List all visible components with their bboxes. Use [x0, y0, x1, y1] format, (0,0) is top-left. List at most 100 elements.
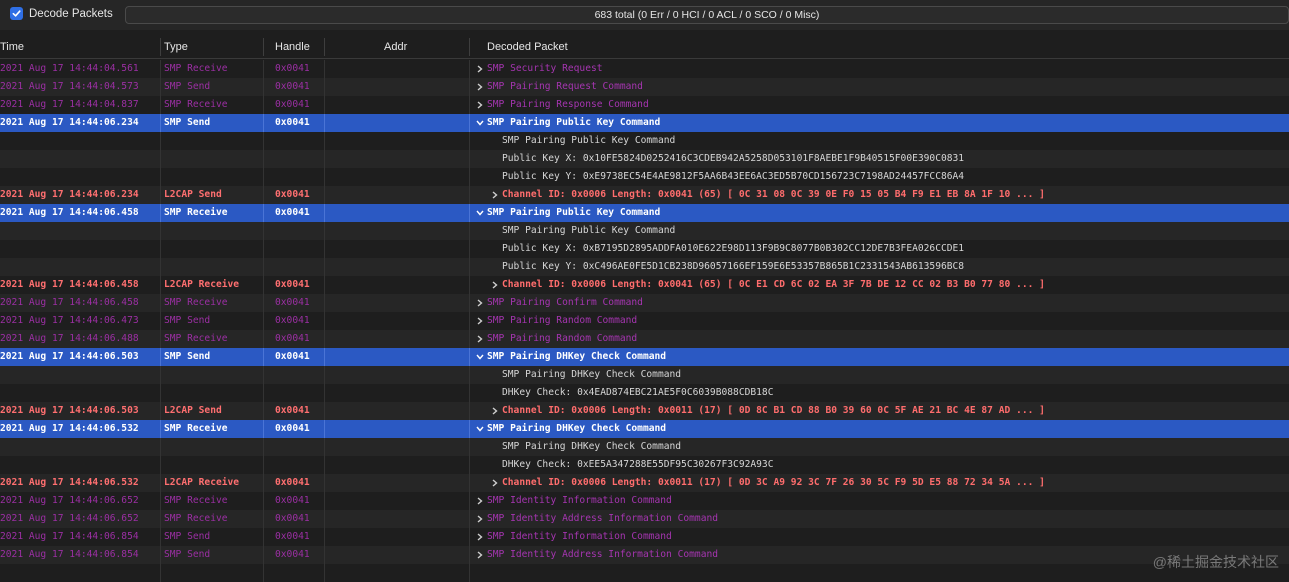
column-divider	[160, 96, 161, 114]
packet-detail-row[interactable]: SMP Pairing DHKey Check Command	[0, 438, 1289, 456]
table-row[interactable]: 2021 Aug 17 14:44:04.837 SMP Receive 0x004…	[0, 96, 1289, 114]
column-divider[interactable]	[160, 38, 161, 56]
table-row[interactable]: 2021 Aug 17 14:44:06.854 SMP Send 0x0041 SM…	[0, 546, 1289, 564]
disclosure-expanded-icon[interactable]	[475, 348, 485, 366]
column-divider[interactable]	[263, 38, 264, 56]
column-divider	[469, 546, 470, 564]
decoded-packet-cell: SMP Pairing Public Key Command	[487, 207, 661, 218]
packet-table: 2021 Aug 17 14:44:04.561 SMP Receive 0x004…	[0, 60, 1289, 582]
table-row[interactable]: 2021 Aug 17 14:44:06.458 SMP Receive 0x004…	[0, 294, 1289, 312]
column-time[interactable]: Time	[0, 36, 24, 58]
packet-detail-row[interactable]: Public Key X: 0x10FE5824D0252416C3CDEB94…	[0, 150, 1289, 168]
column-divider	[469, 132, 470, 150]
column-divider	[160, 168, 161, 186]
type-cell: SMP Receive	[164, 297, 228, 308]
column-divider	[324, 384, 325, 402]
type-cell: SMP Receive	[164, 99, 228, 110]
table-row[interactable]: 2021 Aug 17 14:44:06.234 L2CAP Send 0x0041…	[0, 186, 1289, 204]
disclosure-expanded-icon[interactable]	[475, 204, 485, 222]
disclosure-collapsed-icon[interactable]	[475, 546, 485, 564]
decoded-packet-cell: DHKey Check: 0x4EAD874EBC21AE5F0C6039B08…	[502, 387, 774, 398]
time-cell: 2021 Aug 17 14:44:06.488	[0, 333, 139, 344]
disclosure-collapsed-icon[interactable]	[475, 492, 485, 510]
column-divider	[263, 510, 264, 528]
type-cell: SMP Send	[164, 531, 211, 542]
column-divider	[263, 258, 264, 276]
packet-detail-row[interactable]: Public Key Y: 0xE9738EC54E4AE9812F5AA6B4…	[0, 168, 1289, 186]
table-row[interactable]: 2021 Aug 17 14:44:04.573 SMP Send 0x0041 SM…	[0, 78, 1289, 96]
table-row[interactable]: 2021 Aug 17 14:44:06.652 SMP Receive 0x004…	[0, 492, 1289, 510]
column-divider	[324, 240, 325, 258]
table-row[interactable]: 2021 Aug 17 14:44:06.532 SMP Receive 0x004…	[0, 420, 1289, 438]
decode-packets-checkbox[interactable]	[10, 7, 23, 20]
column-divider	[160, 150, 161, 168]
disclosure-collapsed-icon[interactable]	[490, 276, 500, 294]
time-cell: 2021 Aug 17 14:44:06.234	[0, 189, 139, 200]
disclosure-collapsed-icon[interactable]	[475, 294, 485, 312]
column-divider	[469, 222, 470, 240]
disclosure-collapsed-icon[interactable]	[475, 78, 485, 96]
time-cell: 2021 Aug 17 14:44:06.503	[0, 405, 139, 416]
column-addr[interactable]: Addr	[384, 36, 407, 58]
table-row[interactable]: 2021 Aug 17 14:44:06.458 L2CAP Receive 0x0…	[0, 276, 1289, 294]
decoded-packet-cell: SMP Identity Address Information Command	[487, 513, 719, 524]
type-cell: SMP Receive	[164, 333, 228, 344]
column-divider	[324, 546, 325, 564]
column-divider	[324, 474, 325, 492]
table-row[interactable]: 2021 Aug 17 14:44:06.458 SMP Receive 0x004…	[0, 204, 1289, 222]
column-type[interactable]: Type	[164, 36, 188, 58]
disclosure-collapsed-icon[interactable]	[490, 402, 500, 420]
table-row[interactable]: 2021 Aug 17 14:44:06.532 L2CAP Receive 0x0…	[0, 474, 1289, 492]
time-cell: 2021 Aug 17 14:44:06.532	[0, 477, 139, 488]
table-row[interactable]	[0, 564, 1289, 582]
disclosure-collapsed-icon[interactable]	[490, 474, 500, 492]
table-row[interactable]: 2021 Aug 17 14:44:06.503 SMP Send 0x0041 SM…	[0, 348, 1289, 366]
column-divider	[160, 276, 161, 294]
decoded-packet-cell: Public Key X: 0x10FE5824D0252416C3CDEB94…	[502, 153, 965, 164]
column-decoded[interactable]: Decoded Packet	[487, 36, 568, 58]
table-row[interactable]: 2021 Aug 17 14:44:06.854 SMP Send 0x0041 SM…	[0, 528, 1289, 546]
disclosure-collapsed-icon[interactable]	[475, 330, 485, 348]
packet-detail-row[interactable]: Public Key Y: 0xC496AE0FE5D1CB238D960571…	[0, 258, 1289, 276]
column-divider[interactable]	[324, 38, 325, 56]
column-divider	[324, 204, 325, 222]
disclosure-collapsed-icon[interactable]	[475, 312, 485, 330]
type-cell: L2CAP Receive	[164, 477, 240, 488]
disclosure-collapsed-icon[interactable]	[475, 96, 485, 114]
time-cell: 2021 Aug 17 14:44:06.854	[0, 549, 139, 560]
column-divider	[263, 474, 264, 492]
disclosure-collapsed-icon[interactable]	[475, 60, 485, 78]
packet-detail-row[interactable]: SMP Pairing DHKey Check Command	[0, 366, 1289, 384]
table-row[interactable]: 2021 Aug 17 14:44:06.488 SMP Receive 0x004…	[0, 330, 1289, 348]
decode-packets-toggle[interactable]: Decode Packets	[10, 7, 113, 20]
table-row[interactable]: 2021 Aug 17 14:44:06.473 SMP Send 0x0041 SM…	[0, 312, 1289, 330]
table-row[interactable]: 2021 Aug 17 14:44:06.652 SMP Receive 0x004…	[0, 510, 1289, 528]
table-row[interactable]: 2021 Aug 17 14:44:06.503 L2CAP Send 0x0041…	[0, 402, 1289, 420]
column-divider	[160, 222, 161, 240]
column-handle[interactable]: Handle	[275, 36, 310, 58]
packet-detail-row[interactable]: SMP Pairing Public Key Command	[0, 132, 1289, 150]
column-divider[interactable]	[469, 38, 470, 56]
disclosure-expanded-icon[interactable]	[475, 114, 485, 132]
handle-cell: 0x0041	[275, 63, 310, 74]
column-divider	[263, 96, 264, 114]
decoded-packet-cell: SMP Pairing DHKey Check Command	[487, 351, 667, 362]
column-divider	[469, 204, 470, 222]
column-divider	[263, 114, 264, 132]
column-divider	[469, 348, 470, 366]
column-divider	[469, 276, 470, 294]
decoded-packet-cell: Channel ID: 0x0006 Length: 0x0041 (65) […	[502, 189, 1045, 200]
packet-detail-row[interactable]: DHKey Check: 0xEE5A347288E55DF95C30267F3…	[0, 456, 1289, 474]
packet-detail-row[interactable]: SMP Pairing Public Key Command	[0, 222, 1289, 240]
table-row[interactable]: 2021 Aug 17 14:44:04.561 SMP Receive 0x004…	[0, 60, 1289, 78]
column-divider	[469, 528, 470, 546]
table-row[interactable]: 2021 Aug 17 14:44:06.234 SMP Send 0x0041 SM…	[0, 114, 1289, 132]
disclosure-collapsed-icon[interactable]	[490, 186, 500, 204]
disclosure-expanded-icon[interactable]	[475, 420, 485, 438]
packet-detail-row[interactable]: Public Key X: 0xB7195D2895ADDFA010E622E9…	[0, 240, 1289, 258]
disclosure-collapsed-icon[interactable]	[475, 510, 485, 528]
decoded-packet-cell: SMP Pairing Random Command	[487, 315, 638, 326]
decoded-packet-cell: SMP Pairing Response Command	[487, 99, 649, 110]
packet-detail-row[interactable]: DHKey Check: 0x4EAD874EBC21AE5F0C6039B08…	[0, 384, 1289, 402]
disclosure-collapsed-icon[interactable]	[475, 528, 485, 546]
